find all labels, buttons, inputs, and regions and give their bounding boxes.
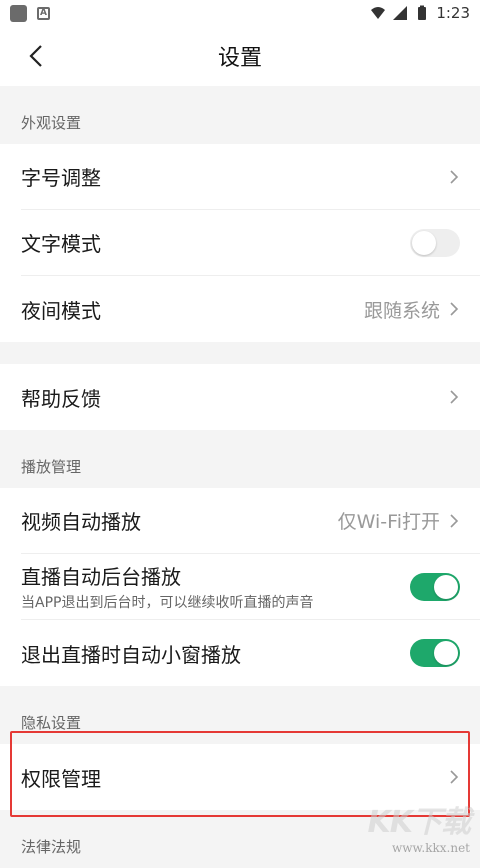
chevron-right-icon [448,301,460,317]
app-notification-icon [10,5,27,22]
chevron-right-icon [448,389,460,405]
toggle-knob [434,641,458,665]
status-time: 1:23 [436,4,470,22]
chevron-right-icon [448,169,460,185]
toggle-knob [412,231,436,255]
wifi-icon [370,5,386,21]
section-title-privacy: 隐私设置 [0,686,480,744]
status-bar: A 1:23 [0,0,480,26]
text-mode-row: 文字模式 [21,210,480,276]
row-description: 当APP退出到后台时，可以继续收听直播的声音 [21,592,313,612]
group-appearance: 字号调整 文字模式 夜间模式 跟随系统 [0,144,480,342]
font-size-row[interactable]: 字号调整 [21,144,480,210]
row-label: 夜间模式 [21,295,101,324]
chevron-right-icon [448,769,460,785]
row-label: 帮助反馈 [21,383,101,412]
night-mode-row[interactable]: 夜间模式 跟随系统 [21,276,480,342]
row-label: 视频自动播放 [21,506,141,535]
group-help: 帮助反馈 [0,364,480,430]
battery-icon [414,5,430,21]
live-background-play-toggle[interactable] [410,573,460,601]
chevron-right-icon [448,513,460,529]
text-mode-toggle[interactable] [410,229,460,257]
video-autoplay-row[interactable]: 视频自动播放 仅Wi-Fi打开 [21,488,480,554]
watermark: KK下载 www.kkx.net [360,797,470,847]
page-title: 设置 [218,40,262,72]
row-label: 权限管理 [21,763,101,792]
row-label: 直播自动后台播放 [21,561,181,590]
row-value: 跟随系统 [364,296,440,323]
row-value: 仅Wi-Fi打开 [338,507,440,534]
back-button[interactable] [18,38,54,74]
chevron-left-icon [29,44,43,68]
row-label: 文字模式 [21,228,101,257]
live-background-play-row: 直播自动后台播放 当APP退出到后台时，可以继续收听直播的声音 [21,554,480,620]
pip-row: 退出直播时自动小窗播放 [21,620,480,686]
row-label: 字号调整 [21,162,101,191]
watermark-logo: KK下载 [368,797,471,841]
section-gap [0,342,480,364]
a-notification-icon: A [37,7,50,20]
settings-list: 外观设置 字号调整 文字模式 夜间模式 跟随系统 帮助反馈 播放管理 视频自动播… [0,86,480,868]
header: 设置 [0,26,480,86]
toggle-knob [434,575,458,599]
pip-toggle[interactable] [410,639,460,667]
section-title-playback: 播放管理 [0,430,480,488]
row-label: 退出直播时自动小窗播放 [21,639,241,668]
help-feedback-row[interactable]: 帮助反馈 [21,364,480,430]
signal-icon [392,5,408,21]
section-title-appearance: 外观设置 [0,86,480,144]
group-playback: 视频自动播放 仅Wi-Fi打开 直播自动后台播放 当APP退出到后台时，可以继续… [0,488,480,686]
